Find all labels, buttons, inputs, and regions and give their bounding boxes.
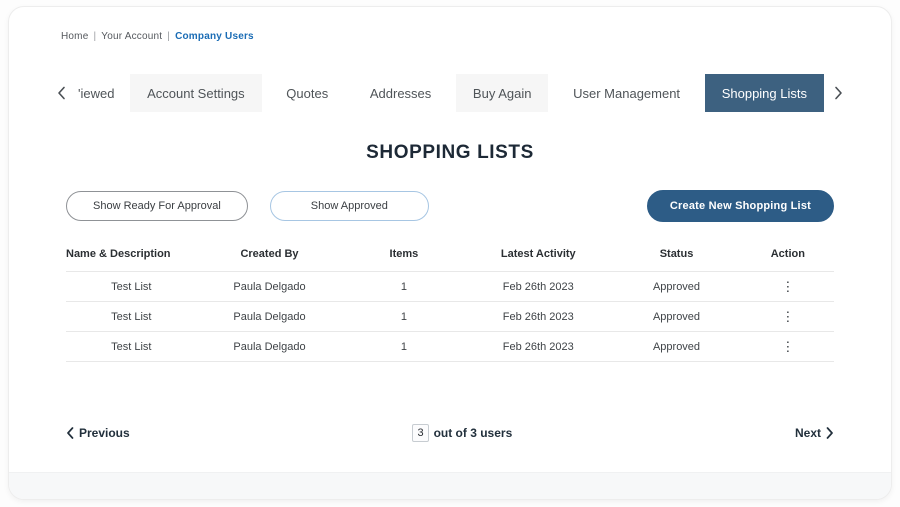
- column-header-latest-activity: Latest Activity: [500, 248, 576, 260]
- cell-name: Test List: [111, 310, 152, 323]
- cell-items: 1: [400, 280, 407, 293]
- cell-latest-activity: Feb 26th 2023: [502, 340, 574, 353]
- shopping-lists-table: Name & Description Created By Items Late…: [66, 248, 834, 362]
- previous-page-button[interactable]: Previous: [66, 426, 130, 440]
- tab-user-management[interactable]: User Management: [556, 74, 698, 112]
- count-label: out of 3 users: [433, 426, 513, 440]
- cell-created-by: Paula Delgado: [233, 340, 306, 353]
- breadcrumb-your-account-link[interactable]: Your Account: [101, 31, 162, 42]
- cell-status: Approved: [652, 280, 701, 293]
- column-header-action: Action: [770, 248, 805, 260]
- breadcrumb-separator: |: [167, 31, 171, 42]
- cell-items: 1: [400, 340, 407, 353]
- tab-list: 'iewed Account Settings Quotes Addresses…: [76, 74, 824, 112]
- create-new-shopping-list-button[interactable]: Create New Shopping List: [646, 190, 834, 222]
- page-card: Home | Your Account | Company Users 'iewed A…: [8, 6, 892, 500]
- cell-name: Test List: [111, 340, 152, 353]
- cell-status: Approved: [652, 340, 701, 353]
- actions-row: Show Ready For Approval Show Approved Cr…: [66, 190, 834, 222]
- user-count: 3 out of 3 users: [412, 424, 512, 442]
- table-row: Test List Paula Delgado 1 Feb 26th 2023 …: [66, 272, 834, 302]
- card-footer-strip: [9, 472, 891, 499]
- chevron-left-icon: [58, 86, 65, 100]
- next-page-button[interactable]: Next: [795, 426, 834, 440]
- chevron-left-icon: [67, 427, 74, 439]
- tab-shopping-lists[interactable]: Shopping Lists: [704, 74, 824, 112]
- table-row: Test List Paula Delgado 1 Feb 26th 2023 …: [66, 332, 834, 362]
- show-ready-for-approval-button[interactable]: Show Ready For Approval: [66, 191, 248, 221]
- breadcrumb-home-link[interactable]: Home: [61, 31, 88, 42]
- cell-status: Approved: [652, 310, 701, 323]
- tabs-scroll-right-button[interactable]: [830, 86, 847, 100]
- tab-account-settings[interactable]: Account Settings: [130, 74, 262, 112]
- column-header-created-by: Created By: [240, 248, 299, 260]
- kebab-menu-icon[interactable]: ⋮: [775, 338, 800, 355]
- tab-buy-again[interactable]: Buy Again: [455, 74, 549, 112]
- cell-created-by: Paula Delgado: [233, 280, 306, 293]
- breadcrumb-current-company-users: Company Users: [175, 31, 254, 42]
- next-label: Next: [794, 426, 821, 440]
- previous-label: Previous: [79, 426, 130, 440]
- breadcrumb: Home | Your Account | Company Users: [61, 31, 891, 42]
- cell-latest-activity: Feb 26th 2023: [502, 280, 574, 293]
- cell-created-by: Paula Delgado: [233, 310, 306, 323]
- tab-addresses[interactable]: Addresses: [352, 74, 449, 112]
- breadcrumb-separator: |: [93, 31, 97, 42]
- page-count-box[interactable]: 3: [412, 424, 429, 442]
- cell-items: 1: [400, 310, 407, 323]
- chevron-right-icon: [826, 427, 833, 439]
- column-header-name-description: Name & Description: [66, 248, 171, 260]
- tab-recently-viewed[interactable]: 'iewed: [76, 74, 123, 112]
- table-row: Test List Paula Delgado 1 Feb 26th 2023 …: [66, 302, 834, 332]
- cell-name: Test List: [111, 280, 152, 293]
- column-header-items: Items: [389, 248, 419, 260]
- pagination: Previous 3 out of 3 users Next: [66, 424, 834, 442]
- cell-latest-activity: Feb 26th 2023: [502, 310, 574, 323]
- kebab-menu-icon[interactable]: ⋮: [775, 308, 800, 325]
- tabs-scroll-left-button[interactable]: [53, 86, 70, 100]
- show-approved-button[interactable]: Show Approved: [269, 191, 429, 221]
- column-header-status: Status: [659, 248, 694, 260]
- page-title: SHOPPING LISTS: [366, 142, 534, 163]
- tab-quotes[interactable]: Quotes: [269, 74, 346, 112]
- table-header-row: Name & Description Created By Items Late…: [66, 248, 834, 272]
- kebab-menu-icon[interactable]: ⋮: [775, 278, 800, 295]
- chevron-right-icon: [835, 86, 842, 100]
- tab-bar: 'iewed Account Settings Quotes Addresses…: [9, 74, 891, 112]
